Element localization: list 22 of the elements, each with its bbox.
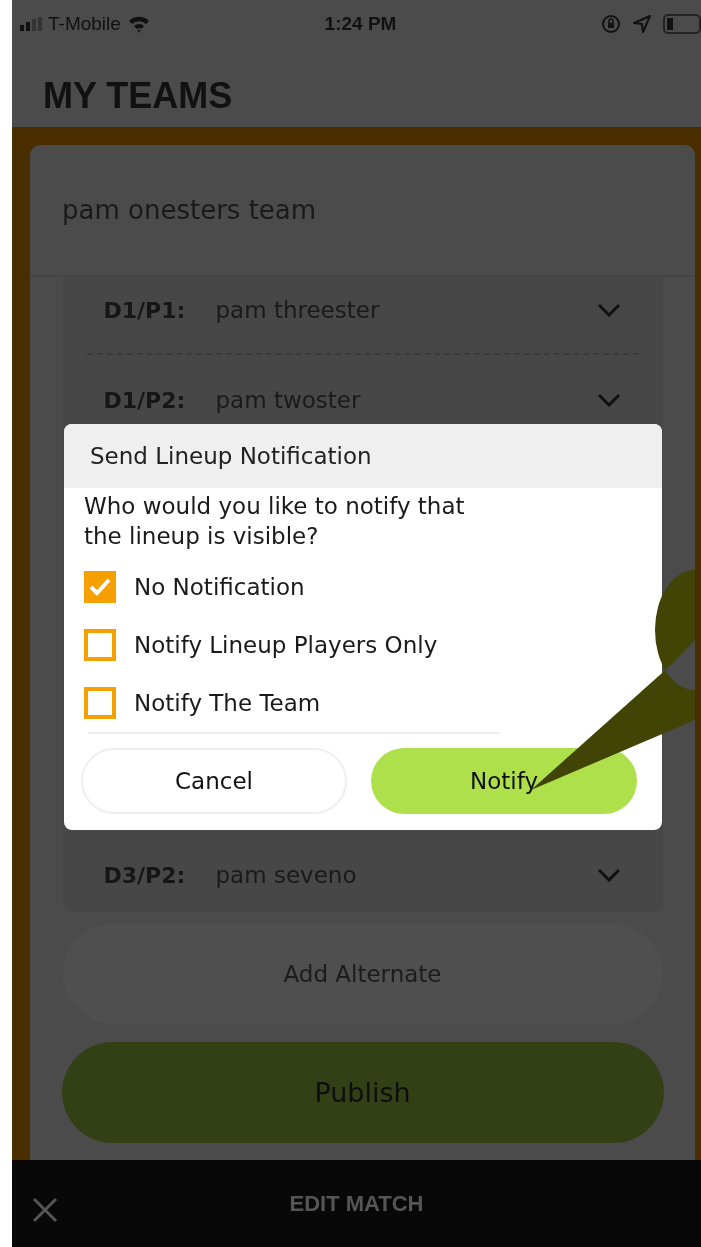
page-title: MY TEAMS [43, 75, 233, 117]
location-icon [633, 15, 651, 33]
checkbox[interactable] [84, 570, 116, 603]
chevron-down-icon [596, 393, 621, 407]
checkbox[interactable] [84, 628, 116, 661]
checkbox[interactable] [84, 686, 116, 719]
signal-icon [20, 17, 42, 31]
dialog-message: Who would you like to notify that the lineup is visible? [84, 492, 466, 551]
option-label[interactable]: No Notification [134, 573, 305, 600]
option-label[interactable]: Notify The Team [134, 689, 321, 716]
chevron-down-icon [596, 868, 621, 882]
carrier-name: T-Mobile [48, 13, 121, 35]
status-time: 1:24 PM [324, 13, 397, 35]
close-icon[interactable] [32, 1197, 58, 1223]
chevron-down-icon [596, 303, 621, 317]
bottom-bar-title: EDIT MATCH [289, 1190, 424, 1217]
rotation-lock-icon [601, 14, 621, 34]
option-label[interactable]: Notify Lineup Players Only [134, 631, 438, 658]
notify-button[interactable]: Notify [371, 747, 637, 814]
dialog-title: Send Lineup Notification [90, 443, 372, 469]
cancel-button[interactable]: Cancel [81, 747, 347, 814]
battery-icon [663, 14, 701, 34]
